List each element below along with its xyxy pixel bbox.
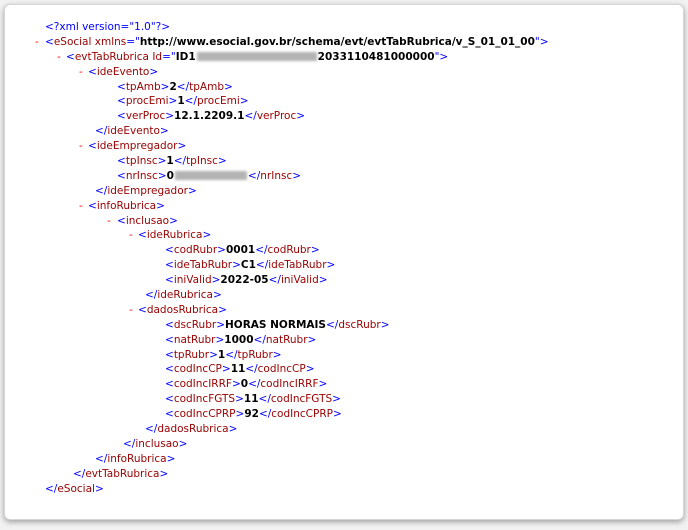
- collapse-toggle[interactable]: -: [129, 228, 133, 243]
- codIncIRRF-element: <codIncIRRF>0</codIncIRRF>: [165, 378, 328, 391]
- ideRubrica-open: - <ideRubrica>: [129, 228, 212, 243]
- ideRubrica-close: </ideRubrica>: [145, 289, 222, 302]
- ideTabRubr-element: <ideTabRubr>C1</ideTabRubr>: [165, 259, 336, 272]
- xml-tree: <?xml version="1.0"?> - <eSocial xmlns="…: [35, 20, 549, 497]
- codRubr-element: <codRubr>0001</codRubr>: [165, 244, 320, 257]
- tpInsc-element: <tpInsc>1</tpInsc>: [117, 155, 227, 168]
- redacted-nrinsc: [174, 171, 247, 181]
- tpRubr-element: <tpRubr>1</tpRubr>: [165, 348, 282, 361]
- ideEmpregador-close: </ideEmpregador>: [95, 184, 197, 197]
- iniValid-element: <iniValid>2022-05</iniValid>: [165, 274, 328, 287]
- ideEvento-open: - <ideEvento>: [79, 65, 159, 80]
- xml-viewer-window: <?xml version="1.0"?> - <eSocial xmlns="…: [4, 4, 684, 520]
- namespace-url: http://www.esocial.gov.br/schema/evt/evt…: [139, 35, 535, 48]
- collapse-toggle[interactable]: -: [107, 214, 111, 229]
- collapse-toggle[interactable]: -: [57, 50, 61, 65]
- esocial-open-line: - <eSocial xmlns="http://www.esocial.gov…: [35, 35, 549, 50]
- codIncCP-element: <codIncCP>11</codIncCP>: [165, 363, 315, 376]
- xml-declaration: <?xml version="1.0"?>: [45, 21, 171, 33]
- inclusao-close: </inclusao>: [123, 437, 188, 450]
- ideEvento-close: </ideEvento>: [95, 125, 169, 138]
- infoRubrica-close: </infoRubrica>: [95, 452, 176, 465]
- inclusao-open: - <inclusao>: [107, 214, 178, 229]
- evt-open-line: - <evtTabRubrica Id="ID1 2033110481000000…: [57, 50, 449, 65]
- verProc-element: <verProc>12.1.2209.1</verProc>: [117, 110, 306, 123]
- collapse-toggle[interactable]: -: [35, 35, 39, 50]
- dadosRubrica-open: - <dadosRubrica>: [129, 303, 227, 318]
- ideEmpregador-open: - <ideEmpregador>: [79, 139, 187, 154]
- esocial-close: </eSocial>: [45, 482, 104, 495]
- tpAmb-element: <tpAmb>2</tpAmb>: [117, 80, 233, 93]
- evt-close: </evtTabRubrica>: [73, 467, 169, 480]
- collapse-toggle[interactable]: -: [79, 139, 83, 154]
- collapse-toggle[interactable]: -: [79, 199, 83, 214]
- dscRubr-element: <dscRubr>HORAS NORMAIS</dscRubr>: [165, 318, 390, 331]
- codIncCPRP-element: <codIncCPRP>92</codIncCPRP>: [165, 408, 342, 421]
- infoRubrica-open: - <infoRubrica>: [79, 199, 165, 214]
- codIncFGTS-element: <codIncFGTS>11</codIncFGTS>: [165, 393, 341, 406]
- redacted-id: [196, 52, 317, 62]
- dadosRubrica-close: </dadosRubrica>: [145, 423, 238, 436]
- natRubr-element: <natRubr>1000</natRubr>: [165, 333, 317, 346]
- collapse-toggle[interactable]: -: [79, 65, 83, 80]
- procEmi-element: <procEmi>1</procEmi>: [117, 95, 249, 108]
- nrInsc-element: <nrInsc>0 </nrInsc>: [117, 169, 302, 182]
- collapse-toggle[interactable]: -: [129, 303, 133, 318]
